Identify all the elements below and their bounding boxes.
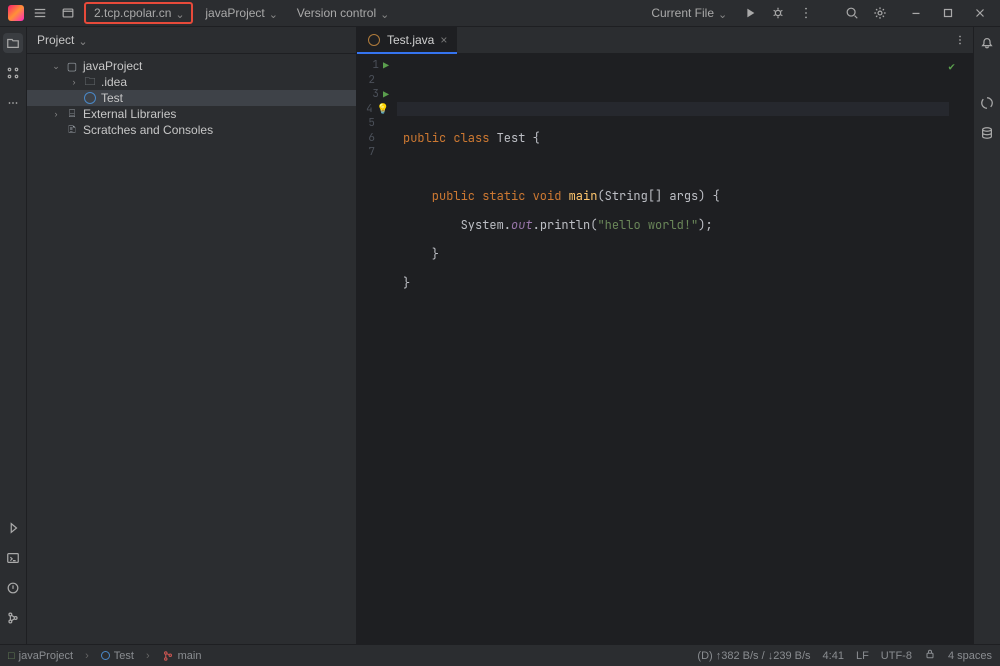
editor-gutter: 1▶ 2 3▶ 4💡 5 6 7 [357,54,397,644]
tree-label: Test [101,91,123,105]
project-dropdown-label: javaProject [205,6,264,20]
project-tool-icon[interactable] [3,33,23,53]
module-folder-icon: ▢ [65,59,79,73]
settings-gear-icon[interactable] [868,1,892,25]
run-button[interactable] [738,1,762,25]
hamburger-menu-icon[interactable] [28,1,52,25]
error-stripe [961,54,973,644]
terminal-tool-icon[interactable] [3,548,23,568]
run-config-dropdown[interactable]: Current File [643,2,734,24]
tree-label: Scratches and Consoles [83,123,213,137]
git-branch[interactable]: main [162,650,202,662]
line-ending[interactable]: LF [856,650,869,662]
tab-label: Test.java [387,33,434,47]
collapse-arrow-icon[interactable]: ⌄ [51,61,61,72]
run-gutter-icon[interactable]: ▶ [383,59,389,72]
intention-bulb-icon[interactable]: 💡 [377,102,389,115]
tree-label: .idea [101,75,127,89]
top-menu-bar: 2.tcp.cpolar.cn javaProject Version cont… [0,0,1000,27]
breadcrumb-project[interactable]: □ javaProject [8,650,73,662]
project-panel-title: Project [37,33,74,47]
search-icon[interactable] [840,1,864,25]
run-config-label: Current File [651,6,714,20]
expand-arrow-icon[interactable]: › [69,77,79,87]
project-dropdown[interactable]: javaProject [197,2,284,24]
window-maximize-button[interactable] [936,1,960,25]
breadcrumb-class[interactable]: Test [101,650,134,662]
remote-host-label: 2.tcp.cpolar.cn [94,6,171,20]
editor-area: Test.java × 1▶ 2 3▶ 4💡 5 6 7 ✔ public cl… [357,27,973,644]
editor-body[interactable]: 1▶ 2 3▶ 4💡 5 6 7 ✔ public class Test { p… [357,54,973,644]
database-tool-icon[interactable] [977,123,997,143]
chevron-down-icon [175,9,183,17]
notifications-icon[interactable] [977,33,997,53]
close-tab-icon[interactable]: × [440,33,447,47]
window-minimize-button[interactable] [904,1,928,25]
readonly-toggle-icon[interactable] [924,648,936,663]
analysis-ok-icon[interactable]: ✔ [948,60,955,75]
code-editor[interactable]: ✔ public class Test { public static void… [397,54,961,644]
left-tool-rail [0,27,27,644]
window-close-button[interactable] [968,1,992,25]
chevron-down-icon [269,9,277,17]
status-bar: □ javaProject Test main (D) ↑382 B/s / ↓… [0,644,1000,666]
vcs-dropdown[interactable]: Version control [289,2,396,24]
class-icon [83,91,97,105]
vcs-dropdown-label: Version control [297,6,376,20]
tree-idea-folder[interactable]: › 🗀 .idea [27,74,356,90]
window-tab-icon[interactable] [56,1,80,25]
problems-tool-icon[interactable] [3,578,23,598]
debug-button[interactable] [766,1,790,25]
structure-tool-icon[interactable] [3,63,23,83]
ai-assistant-icon[interactable] [977,93,997,113]
tree-label: javaProject [83,59,142,73]
services-tool-icon[interactable] [3,518,23,538]
intellij-logo [8,5,24,21]
network-status[interactable]: (D) ↑382 B/s / ↓239 B/s [697,650,810,662]
project-panel: Project ⌄ ▢ javaProject › 🗀 .idea Test ›… [27,27,357,644]
tree-label: External Libraries [83,107,176,121]
library-icon: ⌸ [65,107,79,121]
tab-options-icon[interactable] [947,27,973,54]
chevron-down-icon [718,9,726,17]
chevron-down-icon[interactable] [78,36,86,44]
remote-host-dropdown[interactable]: 2.tcp.cpolar.cn [84,2,193,24]
more-tools-icon[interactable] [3,93,23,113]
tree-scratches[interactable]: 🗈 Scratches and Consoles [27,122,356,138]
project-tree: ⌄ ▢ javaProject › 🗀 .idea Test › ⌸ Exter… [27,54,356,644]
right-tool-rail [973,27,1000,644]
tree-test-class[interactable]: Test [27,90,356,106]
project-panel-header: Project [27,27,356,54]
folder-icon: 🗀 [83,75,97,89]
scratches-icon: 🗈 [65,123,79,137]
expand-arrow-icon[interactable]: › [51,109,61,119]
more-actions-icon[interactable] [794,1,818,25]
tree-root-project[interactable]: ⌄ ▢ javaProject [27,58,356,74]
caret-position[interactable]: 4:41 [823,650,844,662]
tree-external-libraries[interactable]: › ⌸ External Libraries [27,106,356,122]
file-encoding[interactable]: UTF-8 [881,650,912,662]
indent-settings[interactable]: 4 spaces [948,650,992,662]
editor-tab-testjava[interactable]: Test.java × [357,27,457,54]
git-tool-icon[interactable] [3,608,23,628]
run-gutter-icon[interactable]: ▶ [383,88,389,101]
editor-tab-bar: Test.java × [357,27,973,54]
class-icon [367,33,381,47]
chevron-down-icon [380,9,388,17]
